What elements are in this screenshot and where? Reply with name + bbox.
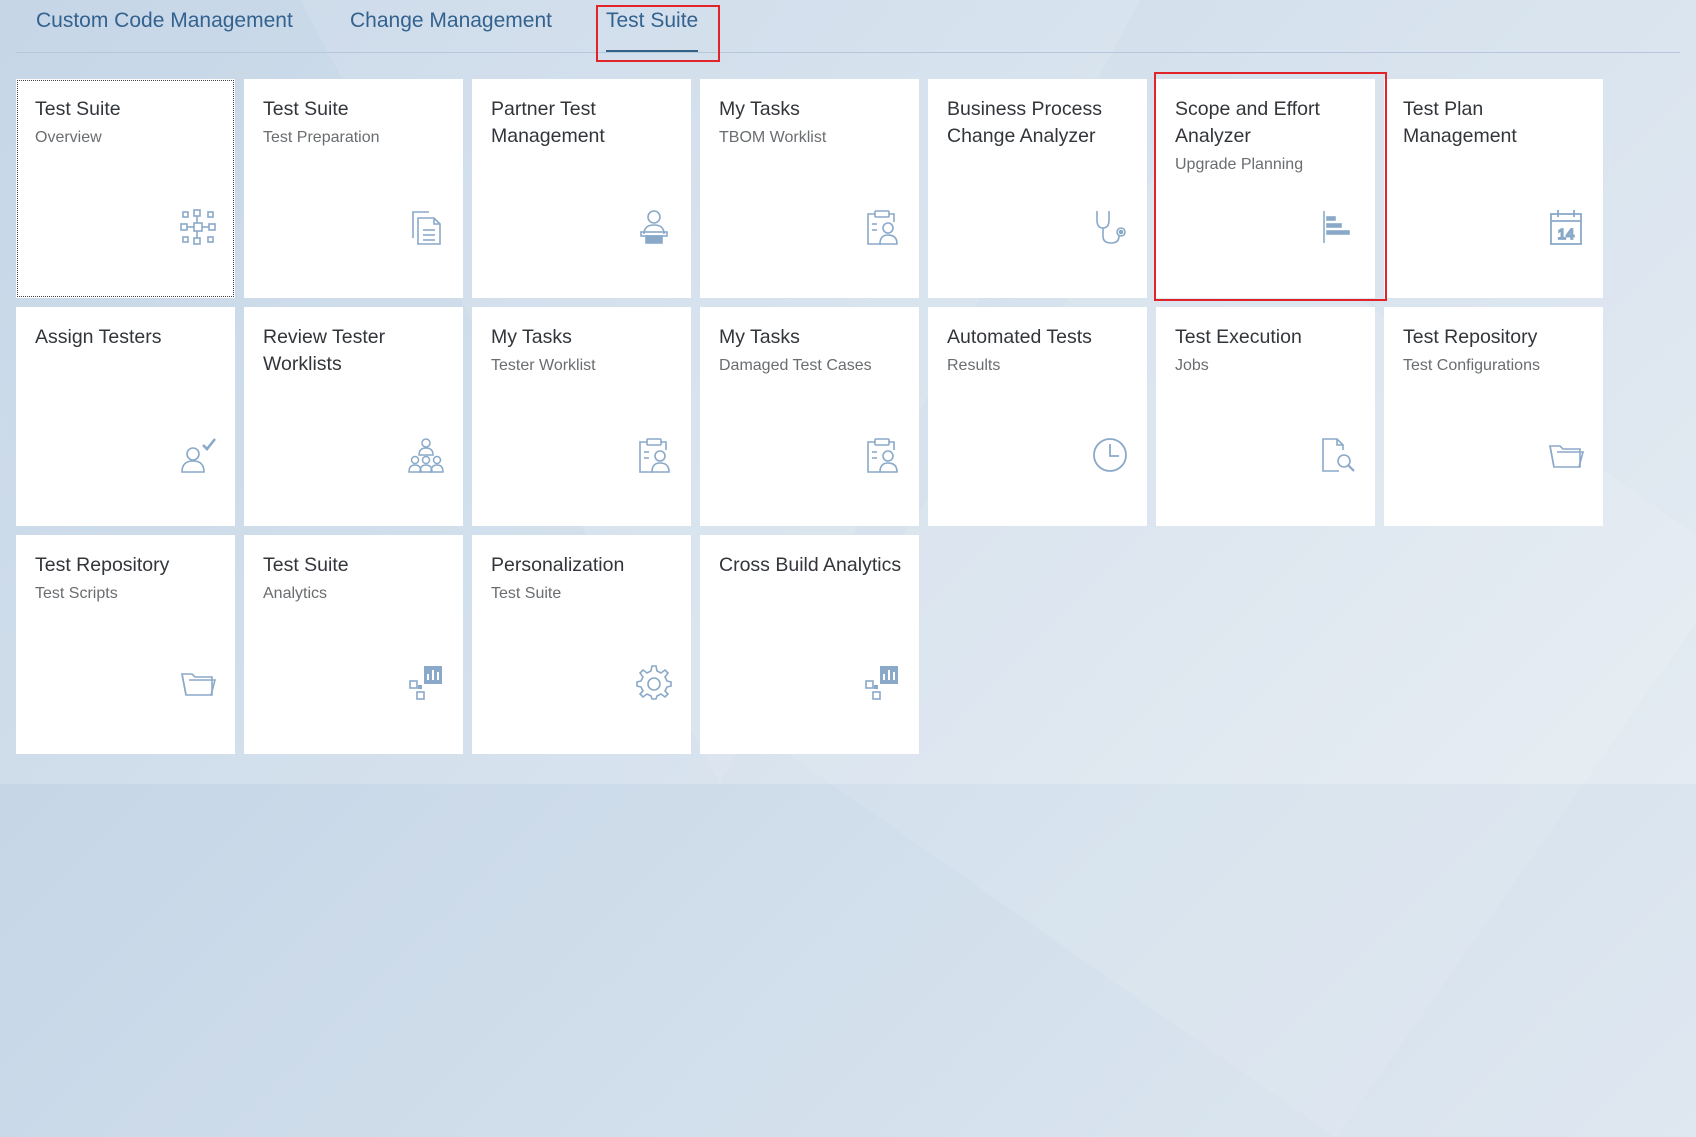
tile-title: Test Repository Test Configurations <box>1403 324 1588 379</box>
tile-subtitle: Overview <box>35 129 102 146</box>
tile-title-text: Cross Build Analytics <box>719 554 902 576</box>
tab-label: Custom Code Management <box>36 9 293 32</box>
tile[interactable]: Test Suite Overview <box>16 79 235 298</box>
tile[interactable]: Review Tester Worklists <box>244 307 463 526</box>
tab-change-management[interactable]: Change Management <box>350 9 552 33</box>
tab-bar-divider <box>16 52 1680 53</box>
tile-title-text: Test Repository <box>1403 326 1538 348</box>
tab-label: Change Management <box>350 9 552 32</box>
calendar-icon: 14 <box>1547 208 1585 246</box>
tile-subtitle: Damaged Test Cases <box>719 357 872 374</box>
tile-title: Test Execution Jobs <box>1175 324 1360 379</box>
tile-title: My Tasks TBOM Worklist <box>719 96 904 151</box>
clipboard-person-icon <box>635 436 673 474</box>
document-search-icon <box>1319 436 1357 474</box>
person-desk-icon <box>635 208 673 246</box>
tile-title-text: Personalization <box>491 554 625 576</box>
tile-subtitle: Test Suite <box>491 585 562 602</box>
tile[interactable]: Test Suite Test Preparation <box>244 79 463 298</box>
clipboard-person-icon <box>863 208 901 246</box>
tile-subtitle: Results <box>947 357 1001 374</box>
tile[interactable]: Personalization Test Suite <box>472 535 691 754</box>
tile-subtitle: Analytics <box>263 585 328 602</box>
tile[interactable]: Automated Tests Results <box>928 307 1147 526</box>
tile[interactable]: Assign Testers <box>16 307 235 526</box>
tile[interactable]: Cross Build Analytics <box>700 535 919 754</box>
tile-title-text: Test Repository <box>35 554 170 576</box>
tile-title-text: Test Suite <box>263 98 349 120</box>
folder-open-icon <box>179 664 217 702</box>
tile[interactable]: Test Suite Analytics <box>244 535 463 754</box>
tile-title-text: My Tasks <box>491 326 572 348</box>
tile-title: Test Suite Test Preparation <box>263 96 448 151</box>
tile-title-text: Test Suite <box>263 554 349 576</box>
analytics-icon <box>407 664 445 702</box>
tile[interactable]: My Tasks TBOM Worklist <box>700 79 919 298</box>
clock-icon <box>1091 436 1129 474</box>
tile-subtitle: Test Configurations <box>1403 357 1540 374</box>
tile-subtitle: Tester Worklist <box>491 357 596 374</box>
tab-highlight-box <box>596 5 720 62</box>
group-icon <box>407 436 445 474</box>
folder-open-icon <box>1547 436 1585 474</box>
tile[interactable]: Business Process Change Analyzer <box>928 79 1147 298</box>
tile-title-text: My Tasks <box>719 326 800 348</box>
tile[interactable]: Test Plan Management 14 <box>1384 79 1603 298</box>
tile-title-text: Test Suite <box>35 98 121 120</box>
tile-title-text: My Tasks <box>719 98 800 120</box>
tile-title: Assign Testers <box>35 324 220 351</box>
person-check-icon <box>179 436 217 474</box>
clipboard-person-icon <box>863 436 901 474</box>
tile-title: Test Suite Analytics <box>263 552 448 607</box>
tile[interactable]: Partner Test Management <box>472 79 691 298</box>
tile-title-text: Review Tester Worklists <box>263 326 386 375</box>
tile[interactable]: My Tasks Damaged Test Cases <box>700 307 919 526</box>
tile-title: Review Tester Worklists <box>263 324 448 378</box>
tile-title-text: Business Process Change Analyzer <box>947 98 1102 147</box>
tile-title: My Tasks Tester Worklist <box>491 324 676 379</box>
tile-title: Cross Build Analytics <box>719 552 904 579</box>
tab-bar: Custom Code Management Change Management… <box>0 0 1696 54</box>
tile-title: Partner Test Management <box>491 96 676 150</box>
tile[interactable]: My Tasks Tester Worklist <box>472 307 691 526</box>
tile-subtitle: TBOM Worklist <box>719 129 827 146</box>
tile[interactable]: Test Repository Test Configurations <box>1384 307 1603 526</box>
tile-title: Test Plan Management <box>1403 96 1588 150</box>
tile-title: Test Suite Overview <box>35 96 220 151</box>
tile-title-text: Assign Testers <box>35 326 162 348</box>
tab-custom-code-management[interactable]: Custom Code Management <box>36 9 293 33</box>
tile-highlight-box <box>1154 72 1387 301</box>
tile-title-text: Test Plan Management <box>1403 98 1517 147</box>
tile[interactable]: Test Execution Jobs <box>1156 307 1375 526</box>
tile-title-text: Partner Test Management <box>491 98 605 147</box>
analytics-icon <box>863 664 901 702</box>
tile-title-text: Automated Tests <box>947 326 1092 348</box>
tile-title: Test Repository Test Scripts <box>35 552 220 607</box>
stethoscope-icon <box>1091 208 1129 246</box>
tile[interactable]: Test Repository Test Scripts <box>16 535 235 754</box>
tile-subtitle: Jobs <box>1175 357 1209 374</box>
tile-subtitle: Test Scripts <box>35 585 118 602</box>
tile-title: Automated Tests Results <box>947 324 1132 379</box>
tile-title: My Tasks Damaged Test Cases <box>719 324 904 379</box>
calendar-day-text: 14 <box>1558 226 1575 243</box>
tile-title: Business Process Change Analyzer <box>947 96 1132 150</box>
tile-subtitle: Test Preparation <box>263 129 380 146</box>
tile-title-text: Test Execution <box>1175 326 1302 348</box>
network-icon <box>179 208 217 246</box>
gear-icon <box>635 664 673 702</box>
tile-title: Personalization Test Suite <box>491 552 676 607</box>
documents-icon <box>407 208 445 246</box>
